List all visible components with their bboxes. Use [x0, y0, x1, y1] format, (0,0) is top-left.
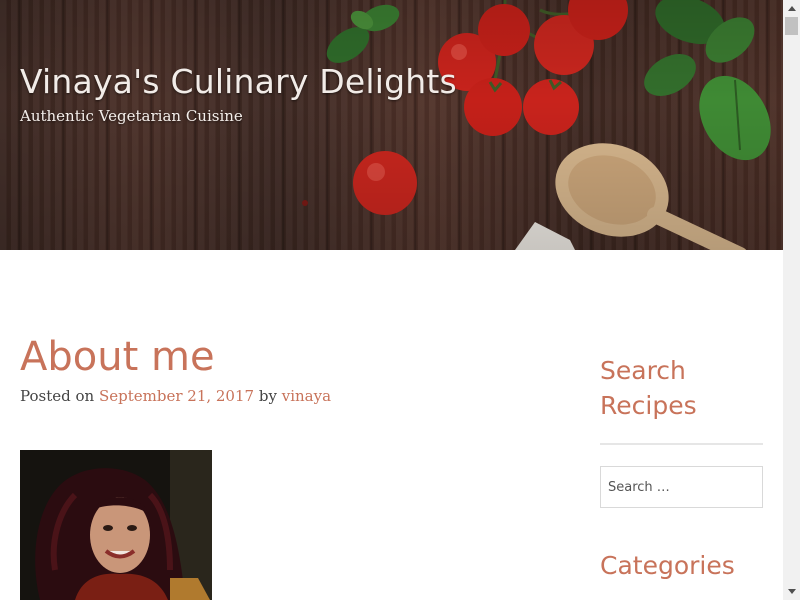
site-tagline: Authentic Vegetarian Cuisine	[20, 107, 243, 125]
search-input[interactable]	[601, 467, 762, 507]
header-overlay	[0, 0, 783, 250]
author-link[interactable]: vinaya	[282, 387, 331, 405]
search-widget-title: Search Recipes	[600, 356, 697, 420]
scroll-down-button[interactable]	[783, 583, 800, 600]
categories-widget-title: Categories	[600, 551, 735, 580]
scroll-up-button[interactable]	[783, 0, 800, 17]
triangle-down-icon	[787, 589, 796, 594]
by-label: by	[258, 387, 277, 405]
post-date-link[interactable]: September 21, 2017	[99, 387, 254, 405]
entry-meta: Posted on September 21, 2017 by vinaya	[20, 387, 331, 405]
search-field[interactable]	[600, 466, 763, 508]
widget-divider	[600, 443, 763, 445]
triangle-up-icon	[787, 6, 796, 11]
author-portrait	[20, 450, 212, 600]
scrollbar-thumb[interactable]	[785, 17, 798, 35]
vertical-scrollbar[interactable]	[783, 0, 800, 600]
page-title: About me	[20, 334, 215, 380]
page: Vinaya's Culinary Delights Authentic Veg…	[0, 0, 783, 600]
site-header: Vinaya's Culinary Delights Authentic Veg…	[0, 0, 783, 250]
site-title[interactable]: Vinaya's Culinary Delights	[20, 62, 457, 101]
posted-on-label: Posted on	[20, 387, 95, 405]
portrait-image	[20, 450, 212, 600]
